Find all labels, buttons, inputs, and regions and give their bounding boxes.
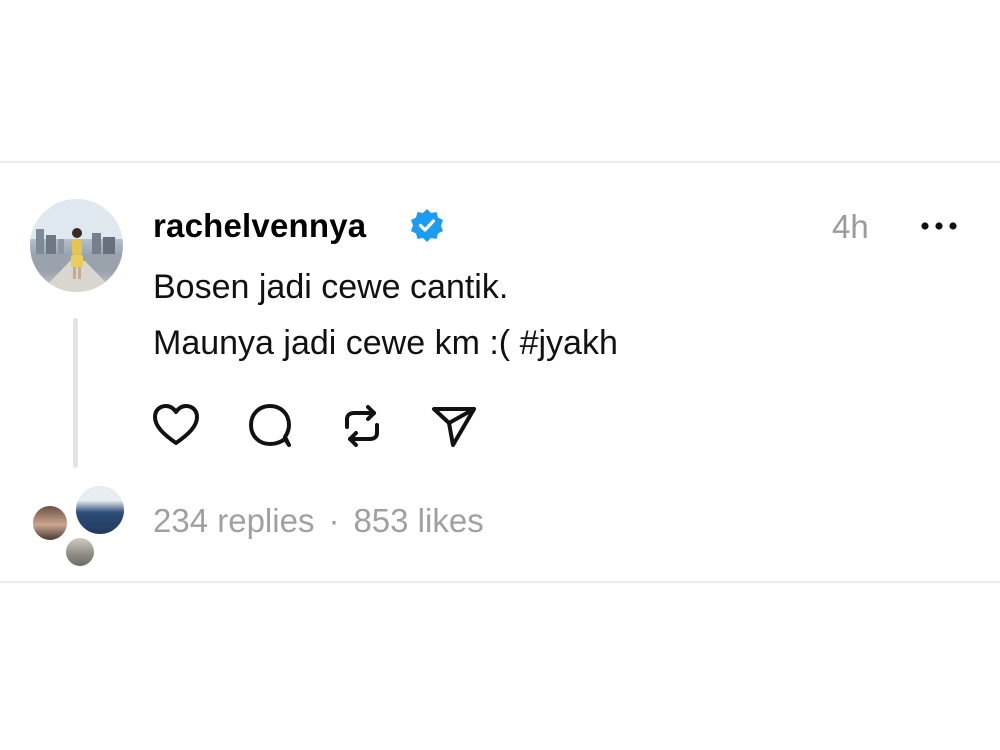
send-icon[interactable] — [429, 401, 479, 451]
author-avatar-image — [30, 199, 123, 292]
top-divider — [0, 161, 1000, 163]
repost-icon[interactable] — [337, 401, 387, 451]
more-options-icon[interactable] — [917, 216, 961, 236]
comment-icon[interactable] — [245, 401, 295, 451]
author-username[interactable]: rachelvennya — [153, 206, 366, 246]
post-text-line-1: Bosen jadi cewe cantik. — [153, 268, 509, 306]
stats-separator: · — [328, 502, 340, 539]
heart-icon[interactable] — [151, 401, 201, 451]
likes-count[interactable]: 853 likes — [353, 502, 483, 539]
post-stats: 234 replies · 853 likes — [153, 500, 484, 542]
threads-post-screen: rachelvennya 4h Bosen jadi cewe cantik. … — [0, 0, 1000, 750]
post-text-line-2: Maunya jadi cewe km :( #jyakh — [153, 324, 618, 362]
replier-avatar[interactable] — [31, 504, 69, 542]
author-avatar[interactable] — [30, 199, 123, 292]
replies-count[interactable]: 234 replies — [153, 502, 314, 539]
verified-badge-icon — [411, 209, 443, 242]
post-timestamp: 4h — [832, 208, 869, 245]
replier-avatar[interactable] — [64, 536, 96, 568]
thread-connector-line — [73, 318, 78, 468]
bottom-divider — [0, 581, 1000, 583]
replier-avatar[interactable] — [74, 484, 126, 536]
